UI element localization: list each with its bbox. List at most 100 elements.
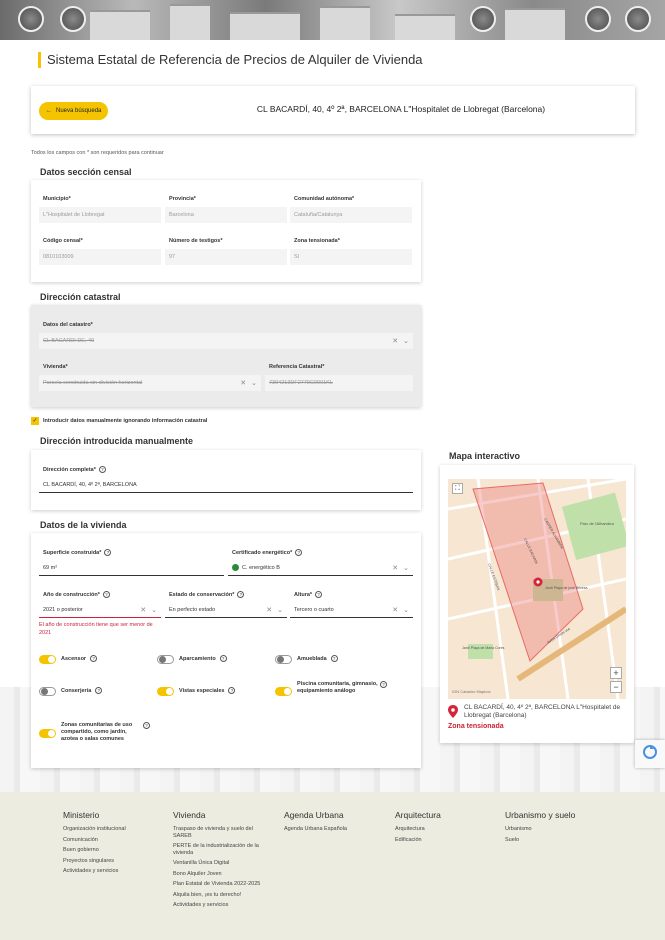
help-icon[interactable]: ? <box>380 681 387 688</box>
provincia-field[interactable]: Barcelona <box>165 207 287 223</box>
toggle-vistas[interactable] <box>157 687 174 696</box>
footer-link[interactable]: Buen gobierno <box>63 847 163 854</box>
footer-link[interactable]: Arquitectura <box>395 826 495 833</box>
footer-link[interactable]: Plan Estatal de Vivienda 2022-2025 <box>173 881 273 888</box>
footer-link[interactable]: Agenda Urbana Española <box>284 826 384 833</box>
help-icon[interactable]: ? <box>143 722 150 729</box>
censal-card: Municipio* L"Hospitalet de Llobregat Pro… <box>31 180 421 282</box>
referencia-catastral-field[interactable]: 7394213DF2779C0001KL <box>265 375 413 391</box>
toggle-zonas-comunitarias[interactable] <box>39 729 56 738</box>
clear-icon[interactable]: ✕ <box>140 606 146 614</box>
interactive-map[interactable]: Parc de l'Alhambra CALLE BACARDI CARRER … <box>448 479 626 699</box>
field-label-zona: Zona tensionada* <box>294 238 340 244</box>
clear-icon[interactable]: ✕ <box>392 564 398 572</box>
footer-link[interactable]: Actividades y servicios <box>63 868 163 875</box>
field-label-comunidad: Comunidad autónoma* <box>294 196 355 202</box>
chevron-down-icon[interactable]: ⌄ <box>251 379 257 387</box>
search-summary-bar: ← Nueva búsqueda CL BACARDÍ, 40, 4º 2ª, … <box>31 86 635 134</box>
toggle-conserjeria[interactable] <box>39 687 56 696</box>
field-label-datos-catastro: Datos del catastro* <box>43 322 93 328</box>
superficie-label-text: Superficie construida* <box>43 549 102 556</box>
new-search-button[interactable]: ← Nueva búsqueda <box>39 102 109 120</box>
help-icon[interactable]: ? <box>98 466 106 473</box>
toggle-ascensor[interactable] <box>39 655 56 664</box>
recaptcha-badge[interactable] <box>635 740 665 768</box>
toggle-label-vistas: Vistas especiales? <box>179 687 236 694</box>
help-icon[interactable]: ? <box>102 591 110 598</box>
municipio-field[interactable]: L"Hospitalet de Llobregat <box>39 207 161 223</box>
toggle-piscina[interactable] <box>275 687 292 696</box>
zoom-out-button[interactable]: − <box>610 681 622 693</box>
direccion-completa-input[interactable]: CL BACARDÍ, 40, 4º 2ª, BARCELONA <box>39 477 413 493</box>
footer-link[interactable]: PERTE de la industrialización de la vivi… <box>173 843 273 856</box>
chevron-down-icon[interactable]: ⌄ <box>277 606 283 614</box>
help-icon[interactable]: ? <box>219 655 227 662</box>
datos-catastro-select[interactable]: CL BACARDI DE, 40 ✕ ⌄ <box>39 333 413 349</box>
anio-value: 2021 o posterior <box>43 607 83 613</box>
section-title-catastral: Dirección catastral <box>40 292 121 302</box>
help-icon[interactable]: ? <box>295 549 303 556</box>
clear-icon[interactable]: ✕ <box>240 379 246 387</box>
field-label-testigos: Número de testigos* <box>169 238 223 244</box>
vivienda-value: Parcela construida sin división horizont… <box>43 380 143 386</box>
altura-select[interactable]: Tercero o cuarto ✕ ⌄ <box>290 602 413 618</box>
help-icon[interactable]: ? <box>95 687 103 694</box>
footer-column-arquitectura: Arquitectura Arquitectura Edificación <box>395 810 495 847</box>
certificado-value: C. energético B <box>242 565 280 571</box>
clear-icon[interactable]: ✕ <box>392 606 398 614</box>
manual-address-card: Dirección completa* ? CL BACARDÍ, 40, 4º… <box>31 450 421 510</box>
zona-tensionada-field[interactable]: Sí <box>290 249 412 265</box>
toggle-amueblada[interactable] <box>275 655 292 664</box>
toggle-aparcamiento[interactable] <box>157 655 174 664</box>
comunidad-field[interactable]: Cataluña/Catalunya <box>290 207 412 223</box>
estado-value: En perfecto estado <box>169 607 216 613</box>
field-label-referencia: Referencia Catastral* <box>269 364 325 370</box>
superficie-input[interactable]: 69 m² <box>39 560 224 576</box>
footer-link[interactable]: Bono Alquiler Joven <box>173 871 273 878</box>
fullscreen-icon[interactable]: ⛶ <box>452 483 463 494</box>
section-title-map: Mapa interactivo <box>449 451 521 461</box>
toggle-label-amueblada: Amueblada? <box>297 655 338 662</box>
help-icon[interactable]: ? <box>237 591 245 598</box>
help-icon[interactable]: ? <box>330 655 338 662</box>
section-title-manual: Dirección introducida manualmente <box>40 436 194 446</box>
help-icon[interactable]: ? <box>315 591 323 598</box>
location-pin-icon <box>448 705 460 719</box>
footer-link[interactable]: Urbanismo <box>505 826 605 833</box>
footer-link[interactable]: Edificación <box>395 837 495 844</box>
help-icon[interactable]: ? <box>228 687 236 694</box>
anio-select[interactable]: 2021 o posterior ✕ ⌄ <box>39 602 161 618</box>
codigo-censal-field[interactable]: 0810103009 <box>39 249 161 265</box>
certificado-select[interactable]: C. energético B ✕ ⌄ <box>228 560 413 576</box>
footer-link[interactable]: Proyectos singulares <box>63 858 163 865</box>
vivienda-card: Superficie construida* ? 69 m² Certifica… <box>31 533 421 768</box>
field-label-superficie: Superficie construida* ? <box>43 549 112 556</box>
clear-icon[interactable]: ✕ <box>392 337 398 345</box>
help-icon[interactable]: ? <box>90 655 98 662</box>
footer-link[interactable]: Actividades y servicios <box>173 902 273 909</box>
clear-icon[interactable]: ✕ <box>266 606 272 614</box>
footer-column-title: Ministerio <box>63 810 100 820</box>
new-search-label: Nueva búsqueda <box>56 108 102 114</box>
estado-select[interactable]: En perfecto estado ✕ ⌄ <box>165 602 287 618</box>
footer-link[interactable]: Ventanilla Única Digital <box>173 860 273 867</box>
chevron-down-icon[interactable]: ⌄ <box>403 564 409 572</box>
toggle-label-aparcamiento: Aparcamiento? <box>179 655 227 662</box>
chevron-down-icon[interactable]: ⌄ <box>403 606 409 614</box>
vivienda-select[interactable]: Parcela construida sin división horizont… <box>39 375 261 391</box>
footer-link[interactable]: Organización institucional <box>63 826 163 833</box>
chevron-down-icon[interactable]: ⌄ <box>151 606 157 614</box>
altura-label-text: Altura* <box>294 591 313 598</box>
arrow-left-icon: ← <box>46 108 52 114</box>
footer-column-title: Arquitectura <box>395 810 441 820</box>
footer-link[interactable]: Suelo <box>505 837 605 844</box>
datos-catastro-value: CL BACARDI DE, 40 <box>43 338 95 344</box>
chevron-down-icon[interactable]: ⌄ <box>403 337 409 345</box>
zoom-in-button[interactable]: + <box>610 667 622 679</box>
testigos-field[interactable]: 97 <box>165 249 287 265</box>
footer-link[interactable]: Comunicación <box>63 837 163 844</box>
footer-link[interactable]: Traspaso de vivienda y suelo del SAREB <box>173 826 273 839</box>
manual-data-checkbox[interactable]: ✓ <box>31 417 39 425</box>
footer-link[interactable]: Alquila bien, ¡es tu derecho! <box>173 892 273 899</box>
help-icon[interactable]: ? <box>104 549 112 556</box>
